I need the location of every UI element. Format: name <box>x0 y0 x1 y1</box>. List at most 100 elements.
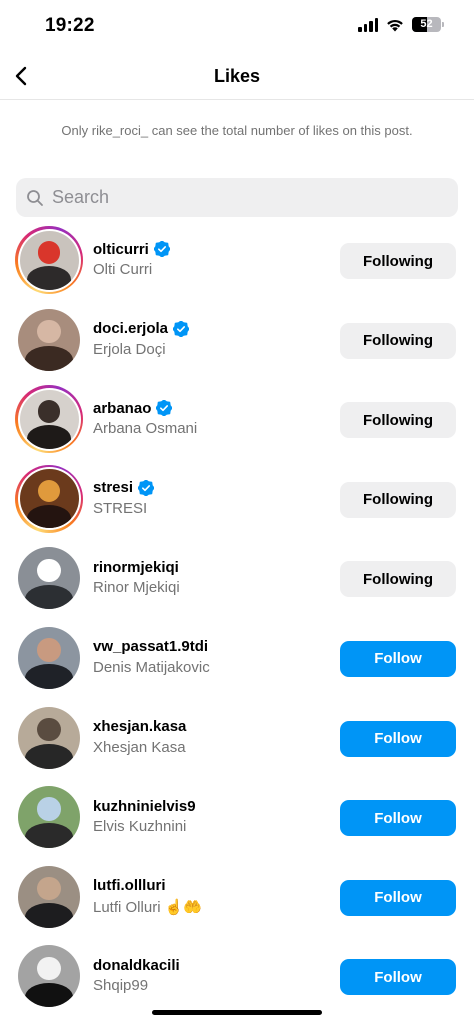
user-info[interactable]: xhesjan.kasa Xhesjan Kasa <box>93 717 333 756</box>
page-title: Likes <box>213 66 261 86</box>
username: arbanao <box>93 399 152 417</box>
username: lutfi.ollluri <box>93 877 166 895</box>
follow-button[interactable]: Follow <box>340 959 456 996</box>
avatar <box>18 626 80 689</box>
avatar <box>18 945 80 1008</box>
cellular-signal-icon <box>358 17 378 32</box>
full-name: Rinor Mjekiqi <box>93 579 180 597</box>
avatar-frame[interactable] <box>15 942 83 1010</box>
status-bar: 19:22 52 <box>0 0 474 52</box>
avatar-frame[interactable] <box>15 544 83 612</box>
user-row[interactable]: olticurri Olti Curri Following <box>0 222 474 302</box>
username: stresi <box>93 479 134 497</box>
full-name: STRESI <box>93 499 148 517</box>
following-button[interactable]: Following <box>340 561 456 598</box>
user-info[interactable]: kuzhninielvis9 Elvis Kuzhnini <box>93 796 333 836</box>
verified-badge-icon <box>153 241 170 257</box>
nav-bar: Likes <box>0 52 474 100</box>
avatar <box>18 865 80 928</box>
verified-badge-icon <box>173 320 190 337</box>
avatar-head <box>37 558 61 583</box>
full-name: Erjola Doçi <box>93 340 166 358</box>
username: vw_passat1.9tdi <box>93 638 209 656</box>
full-name: Arbana Osmani <box>93 420 198 438</box>
full-name: Elvis Kuzhnini <box>93 818 187 836</box>
follow-button[interactable]: Follow <box>340 800 456 837</box>
following-button[interactable]: Following <box>340 322 456 359</box>
avatar-body <box>25 664 73 689</box>
likes-user-list: olticurri Olti Curri Following doci.erjo… <box>0 222 474 1018</box>
avatar-head <box>37 717 61 742</box>
full-name: Shqip99 <box>93 977 149 995</box>
user-row[interactable]: arbanao Arbana Osmani Following <box>0 381 474 461</box>
verified-badge-icon <box>156 400 173 417</box>
story-ring[interactable] <box>15 385 83 454</box>
username: xhesjan.kasa <box>93 718 187 736</box>
user-row[interactable]: kuzhninielvis9 Elvis Kuzhnini Follow <box>0 779 474 859</box>
user-row[interactable]: doci.erjola Erjola Doçi Following <box>0 302 474 382</box>
avatar-body <box>25 743 73 769</box>
avatar-body <box>25 584 73 610</box>
home-indicator[interactable] <box>152 1010 322 1015</box>
battery-indicator: 52 <box>412 17 444 32</box>
avatar-head <box>37 876 61 901</box>
follow-button[interactable]: Follow <box>340 640 456 677</box>
avatar-frame[interactable] <box>15 863 83 931</box>
avatar-body <box>26 504 72 529</box>
user-info[interactable]: donaldkacili Shqip99 <box>93 955 333 995</box>
avatar-frame[interactable] <box>15 624 83 692</box>
story-ring[interactable] <box>15 464 83 533</box>
user-info[interactable]: vw_passat1.9tdi Denis Matijakovic <box>93 637 333 676</box>
full-name: Olti Curri <box>93 261 153 278</box>
avatar-head <box>37 638 61 662</box>
search-icon <box>27 189 43 206</box>
user-row[interactable]: donaldkacili Shqip99 Follow <box>0 938 474 1018</box>
avatar-body <box>25 982 73 1008</box>
avatar-head <box>37 956 61 981</box>
username: kuzhninielvis9 <box>93 797 196 815</box>
avatar <box>18 547 80 610</box>
follow-button[interactable]: Follow <box>340 879 456 916</box>
user-row[interactable]: vw_passat1.9tdi Denis Matijakovic Follow <box>0 620 474 700</box>
follow-button[interactable]: Follow <box>340 720 456 757</box>
username: donaldkacili <box>93 956 180 974</box>
avatar-frame[interactable] <box>15 306 83 374</box>
avatar <box>18 308 80 371</box>
avatar <box>19 389 79 449</box>
user-row[interactable]: xhesjan.kasa Xhesjan Kasa Follow <box>0 700 474 780</box>
likes-privacy-notice: Only rike_roci_ can see the total number… <box>61 123 413 138</box>
status-time: 19:22 <box>45 15 95 36</box>
user-row[interactable]: stresi STRESI Following <box>0 461 474 541</box>
avatar-frame[interactable] <box>15 783 83 851</box>
user-info[interactable]: olticurri Olti Curri <box>93 239 333 278</box>
battery-icon: 52 <box>412 17 441 32</box>
full-name: Denis Matijakovic <box>93 658 210 676</box>
user-info[interactable]: rinormjekiqi Rinor Mjekiqi <box>93 557 333 597</box>
avatar-head <box>37 797 61 821</box>
avatar <box>19 230 79 290</box>
following-button[interactable]: Following <box>340 243 456 279</box>
avatar-head <box>37 319 61 344</box>
user-row[interactable]: rinormjekiqi Rinor Mjekiqi Following <box>0 540 474 620</box>
story-ring[interactable] <box>15 226 83 294</box>
user-info[interactable]: arbanao Arbana Osmani <box>93 398 333 438</box>
full-name: Xhesjan Kasa <box>93 738 186 756</box>
user-info[interactable]: stresi STRESI <box>93 478 333 517</box>
avatar-body <box>26 265 72 290</box>
user-row[interactable]: lutfi.ollluri Lutfi Olluri ☝️🤲 Follow <box>0 859 474 939</box>
following-button[interactable]: Following <box>340 481 456 518</box>
search-bar[interactable] <box>16 178 458 217</box>
user-info[interactable]: lutfi.ollluri Lutfi Olluri ☝️🤲 <box>93 876 333 916</box>
avatar-head <box>37 241 61 264</box>
following-button[interactable]: Following <box>340 402 456 439</box>
verified-badge-icon <box>138 479 155 496</box>
avatar <box>18 706 80 769</box>
avatar-body <box>25 902 73 928</box>
user-info[interactable]: doci.erjola Erjola Doçi <box>93 319 333 358</box>
avatar-frame[interactable] <box>15 704 83 772</box>
full-name: Lutfi Olluri ☝️🤲 <box>93 898 203 916</box>
avatar-body <box>26 425 72 449</box>
battery-level: 52 <box>420 18 433 30</box>
avatar-body <box>25 345 73 371</box>
search-input[interactable] <box>52 178 458 217</box>
